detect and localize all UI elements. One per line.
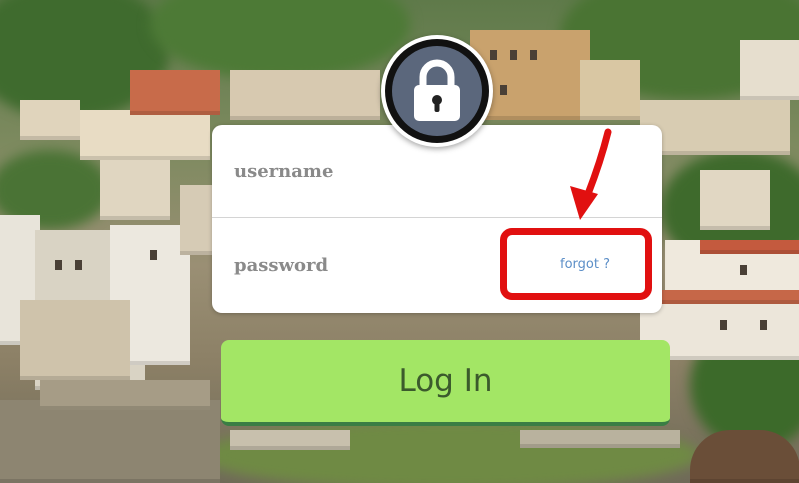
annotation-arrow-icon [570, 128, 612, 220]
login-button[interactable]: Log In [221, 340, 670, 426]
lock-badge [381, 35, 493, 147]
lock-icon [414, 59, 460, 121]
password-placeholder: password [234, 254, 329, 276]
username-placeholder: username [234, 160, 334, 182]
annotation-highlight-box [500, 228, 652, 300]
